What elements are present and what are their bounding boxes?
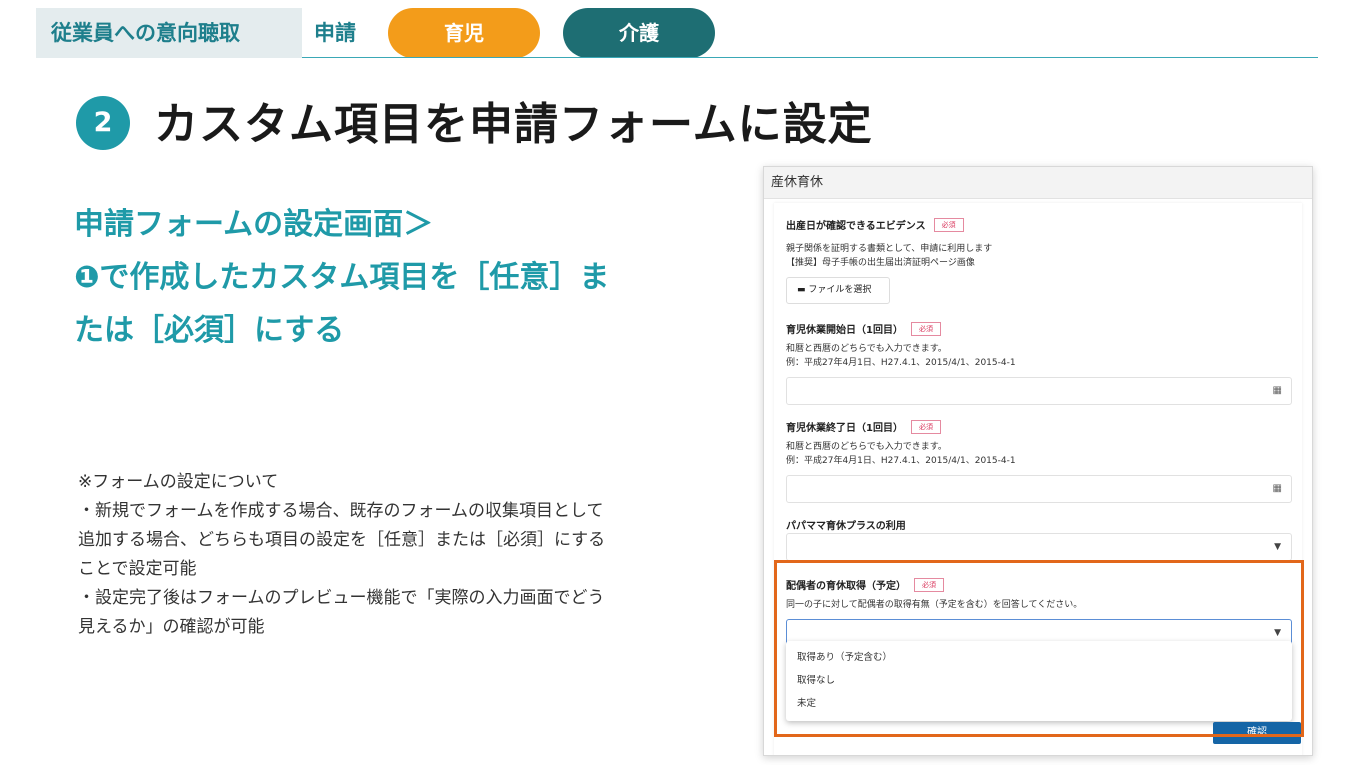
- end-date-field: 育児休業終了日（1回目） 必須 和暦と西暦のどちらでも入力できます。 例：平成2…: [786, 419, 1292, 503]
- page-title: カスタム項目を申請フォームに設定: [154, 99, 873, 150]
- step-number-badge: 2: [76, 96, 130, 150]
- start-date-example: 例：平成27年4月1日、H27.4.1、2015/4/1、2015-4-1: [786, 358, 1016, 368]
- evidence-desc: 親子関係を証明する書類として、申請に利用します: [786, 244, 993, 254]
- header-divider: [302, 57, 1318, 58]
- dropdown-option[interactable]: 取得なし: [786, 669, 1292, 692]
- field-label: 配偶者の育休取得（予定） 必須: [786, 577, 1292, 592]
- lead-line: ❶で作成したカスタム項目を［任意］ま: [74, 260, 610, 295]
- lead-line: 申請フォームの設定画面＞: [74, 207, 434, 242]
- note-line: 見えるか」の確認が可能: [78, 617, 265, 637]
- note-line: ことで設定可能: [78, 559, 197, 579]
- start-date-field: 育児休業開始日（1回目） 必須 和暦と西暦のどちらでも入力できます。 例：平成2…: [786, 321, 1292, 405]
- papa-mama-field: パパママ育休プラスの利用 ▼: [786, 517, 1292, 561]
- note-line: ※フォームの設定について: [78, 472, 279, 492]
- chevron-down-icon: ▼: [1274, 542, 1281, 552]
- top-header: 従業員への意向聴取 申請 育児 介護: [36, 8, 1318, 60]
- evidence-field: 出産日が確認できるエビデンス 必須 親子関係を証明する書類として、申請に利用しま…: [786, 217, 1292, 304]
- lead-text: 申請フォームの設定画面＞ ❶で作成したカスタム項目を［任意］ま たは［必須］にす…: [74, 198, 714, 357]
- papa-mama-select[interactable]: ▼: [786, 533, 1292, 561]
- choose-file-button[interactable]: ▬ ファイルを選択: [786, 277, 890, 304]
- tab-nursing-care[interactable]: 介護: [563, 8, 715, 58]
- evidence-desc: 【推奨】母子手帳の出生届出済証明ページ画像: [786, 258, 975, 268]
- tab-childcare[interactable]: 育児: [388, 8, 540, 58]
- required-badge: 必須: [933, 217, 964, 232]
- calendar-icon[interactable]: ▦: [1273, 483, 1282, 494]
- spouse-leave-dropdown: 取得あり（予定含む） 取得なし 未定: [786, 641, 1292, 721]
- spouse-leave-label: 配偶者の育休取得（予定）: [786, 581, 906, 592]
- start-date-desc: 和暦と西暦のどちらでも入力できます。: [786, 344, 947, 354]
- notes-block: ※フォームの設定について ・新規でフォームを作成する場合、既存のフォームの収集項…: [78, 468, 698, 642]
- section-tag: 従業員への意向聴取: [36, 8, 302, 58]
- choose-file-label: ファイルを選択: [808, 285, 872, 295]
- papa-mama-label: パパママ育休プラスの利用: [786, 521, 906, 532]
- folder-icon: ▬: [797, 285, 809, 295]
- field-label: 育児休業終了日（1回目） 必須: [786, 419, 1292, 434]
- end-date-example: 例：平成27年4月1日、H27.4.1、2015/4/1、2015-4-1: [786, 456, 1016, 466]
- chevron-down-icon: ▼: [1274, 628, 1281, 638]
- form-title: 産休育休: [764, 167, 1312, 199]
- note-line: ・新規でフォームを作成する場合、既存のフォームの収集項目として: [78, 501, 604, 521]
- note-line: ・設定完了後はフォームのプレビュー機能で「実際の入力画面でどう: [78, 588, 605, 608]
- end-date-label: 育児休業終了日（1回目）: [786, 423, 903, 434]
- calendar-icon[interactable]: ▦: [1273, 385, 1282, 396]
- spouse-leave-desc: 同一の子に対して配偶者の取得有無（予定を含む）を回答してください。: [786, 600, 1083, 610]
- spouse-leave-field: 配偶者の育休取得（予定） 必須 同一の子に対して配偶者の取得有無（予定を含む）を…: [786, 577, 1292, 647]
- required-badge: 必須: [914, 577, 944, 592]
- required-badge: 必須: [910, 321, 941, 336]
- required-badge: 必須: [910, 419, 941, 434]
- note-line: 追加する場合、どちらも項目の設定を［任意］または［必須］にする: [78, 530, 606, 550]
- start-date-input[interactable]: ▦: [786, 377, 1292, 405]
- dropdown-option[interactable]: 取得あり（予定含む）: [786, 646, 1292, 669]
- field-label: 出産日が確認できるエビデンス 必須: [786, 217, 1292, 232]
- field-label: 育児休業開始日（1回目） 必須: [786, 321, 1292, 336]
- dropdown-option[interactable]: 未定: [786, 692, 1292, 715]
- start-date-label: 育児休業開始日（1回目）: [786, 325, 903, 336]
- evidence-label: 出産日が確認できるエビデンス: [786, 221, 926, 232]
- lead-line: たは［必須］にする: [74, 313, 345, 348]
- end-date-desc: 和暦と西暦のどちらでも入力できます。: [786, 442, 947, 452]
- end-date-input[interactable]: ▦: [786, 475, 1292, 503]
- sub-tag: 申請: [314, 21, 356, 45]
- confirm-button[interactable]: 確認: [1213, 722, 1301, 744]
